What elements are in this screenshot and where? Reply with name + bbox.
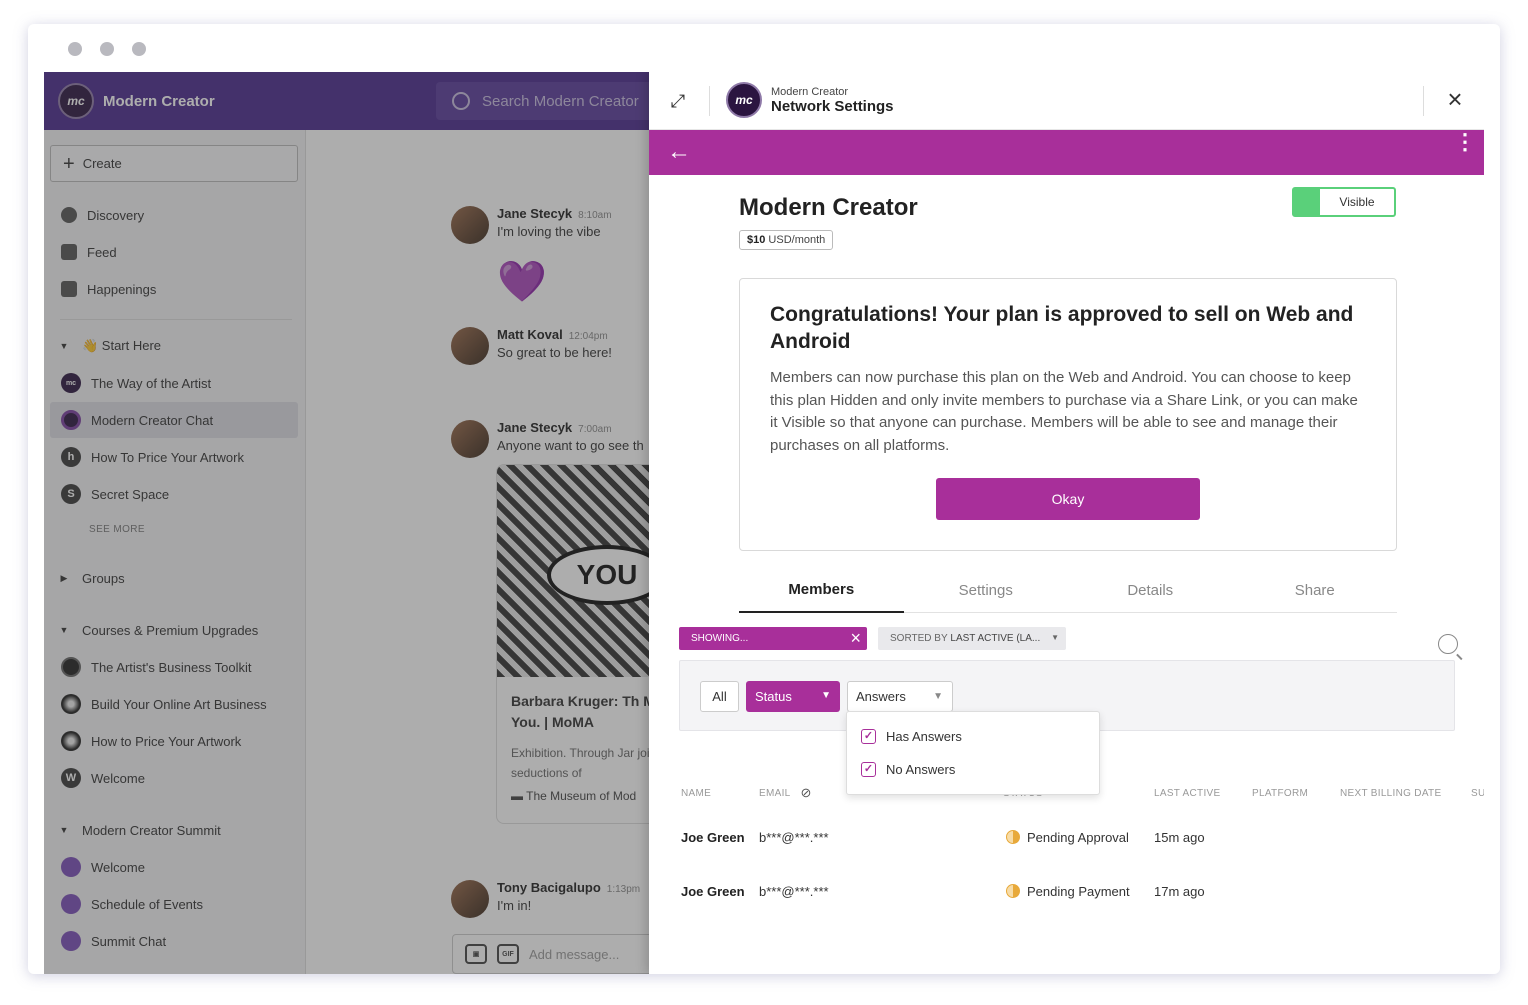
- visibility-toggle[interactable]: Visible: [1292, 187, 1396, 217]
- column-header-next-billing[interactable]: NEXT BILLING DATE: [1340, 788, 1441, 799]
- panel-header: ⤢ mc Modern Creator Network Settings ×: [649, 72, 1484, 130]
- member-name[interactable]: Joe Green: [681, 830, 745, 845]
- column-header-subscription[interactable]: SU: [1471, 788, 1484, 799]
- eye-off-icon[interactable]: ⊘: [801, 785, 812, 801]
- member-last-active: 15m ago: [1154, 830, 1205, 845]
- panel-title: Network Settings: [771, 97, 894, 115]
- checkbox-checked-icon[interactable]: ✓: [861, 762, 876, 777]
- column-header-platform[interactable]: PLATFORM: [1252, 788, 1308, 799]
- chevron-down-icon: ▼: [821, 690, 831, 701]
- chevron-down-icon: ▼: [1051, 633, 1059, 642]
- chevron-down-icon: ▼: [933, 691, 943, 702]
- more-vertical-icon[interactable]: ⋮: [1454, 131, 1476, 153]
- notice-title: Congratulations! Your plan is approved t…: [770, 303, 1354, 353]
- option-label: Has Answers: [886, 729, 962, 744]
- tab-settings[interactable]: Settings: [904, 568, 1069, 613]
- modal-backdrop[interactable]: [44, 72, 649, 974]
- member-last-active: 17m ago: [1154, 884, 1205, 899]
- window-dot-close[interactable]: [68, 42, 82, 56]
- panel-subtitle: Modern Creator: [771, 85, 849, 98]
- column-header-email[interactable]: EMAIL ⊘: [759, 784, 812, 800]
- checkbox-checked-icon[interactable]: ✓: [861, 729, 876, 744]
- answers-dropdown-menu: ✓ Has Answers ✓ No Answers: [846, 711, 1100, 795]
- option-has-answers[interactable]: ✓ Has Answers: [861, 729, 962, 744]
- notice-body: Members can now purchase this plan on th…: [770, 369, 1358, 454]
- option-label: No Answers: [886, 762, 956, 777]
- divider: [1423, 86, 1424, 116]
- filter-status-button[interactable]: Status ▼: [746, 681, 840, 712]
- toggle-label: Visible: [1339, 195, 1375, 209]
- tab-members[interactable]: Members: [739, 568, 904, 613]
- sort-dropdown[interactable]: SORTED BY LAST ACTIVE (LA... ▼: [878, 627, 1066, 650]
- member-name[interactable]: Joe Green: [681, 884, 745, 899]
- window-dot-maximize[interactable]: [132, 42, 146, 56]
- okay-button[interactable]: Okay: [936, 478, 1200, 520]
- network-settings-panel: ⤢ mc Modern Creator Network Settings × ←…: [649, 72, 1484, 974]
- showing-label: SHOWING...: [691, 633, 749, 644]
- panel-action-bar: ← ⋮: [649, 130, 1484, 175]
- clear-filter-icon[interactable]: ×: [850, 628, 861, 648]
- filter-all-button[interactable]: All: [700, 681, 739, 712]
- tab-share[interactable]: Share: [1233, 568, 1398, 613]
- divider: [709, 86, 710, 116]
- pending-status-icon: [1006, 884, 1020, 898]
- panel-tabs: Members Settings Details Share: [739, 568, 1397, 613]
- column-header-last-active[interactable]: LAST ACTIVE: [1154, 788, 1220, 799]
- member-status: Pending Approval: [1006, 830, 1129, 845]
- tab-details[interactable]: Details: [1068, 568, 1233, 613]
- toggle-knob: [1294, 189, 1320, 215]
- member-status-label: Pending Payment: [1027, 884, 1130, 899]
- browser-window: mc Modern Creator Search Modern Creator …: [28, 24, 1500, 974]
- panel-brand: mc Modern Creator Network Settings: [726, 82, 894, 118]
- window-controls: [68, 42, 146, 56]
- showing-filter-chip[interactable]: SHOWING... ×: [679, 627, 867, 650]
- price-amount: $10: [747, 234, 766, 246]
- price-tag: $10 USD/month: [739, 230, 834, 250]
- member-email: b***@***.***: [759, 884, 829, 899]
- sort-prefix: SORTED BY: [890, 633, 948, 644]
- option-no-answers[interactable]: ✓ No Answers: [861, 762, 955, 777]
- app: mc Modern Creator Search Modern Creator …: [44, 72, 1484, 974]
- column-header-email-label: EMAIL: [759, 788, 791, 799]
- close-icon[interactable]: ×: [1442, 86, 1468, 112]
- member-status-label: Pending Approval: [1027, 830, 1129, 845]
- approval-notice: Congratulations! Your plan is approved t…: [739, 278, 1397, 551]
- filter-status-label: Status: [755, 689, 792, 704]
- pending-status-icon: [1006, 830, 1020, 844]
- expand-icon[interactable]: ⤢: [667, 90, 689, 112]
- member-email: b***@***.***: [759, 830, 829, 845]
- back-arrow-icon[interactable]: ←: [667, 138, 691, 166]
- plan-name: Modern Creator: [739, 194, 918, 221]
- filter-answers-label: Answers: [856, 689, 906, 704]
- filter-answers-button[interactable]: Answers ▼: [847, 681, 953, 712]
- app-logo: mc: [726, 82, 762, 118]
- member-status: Pending Payment: [1006, 884, 1130, 899]
- sort-value: LAST ACTIVE (LA...: [950, 633, 1041, 644]
- price-unit: USD/month: [768, 234, 826, 246]
- column-header-name[interactable]: NAME: [681, 788, 711, 799]
- search-icon[interactable]: [1438, 634, 1458, 654]
- window-dot-minimize[interactable]: [100, 42, 114, 56]
